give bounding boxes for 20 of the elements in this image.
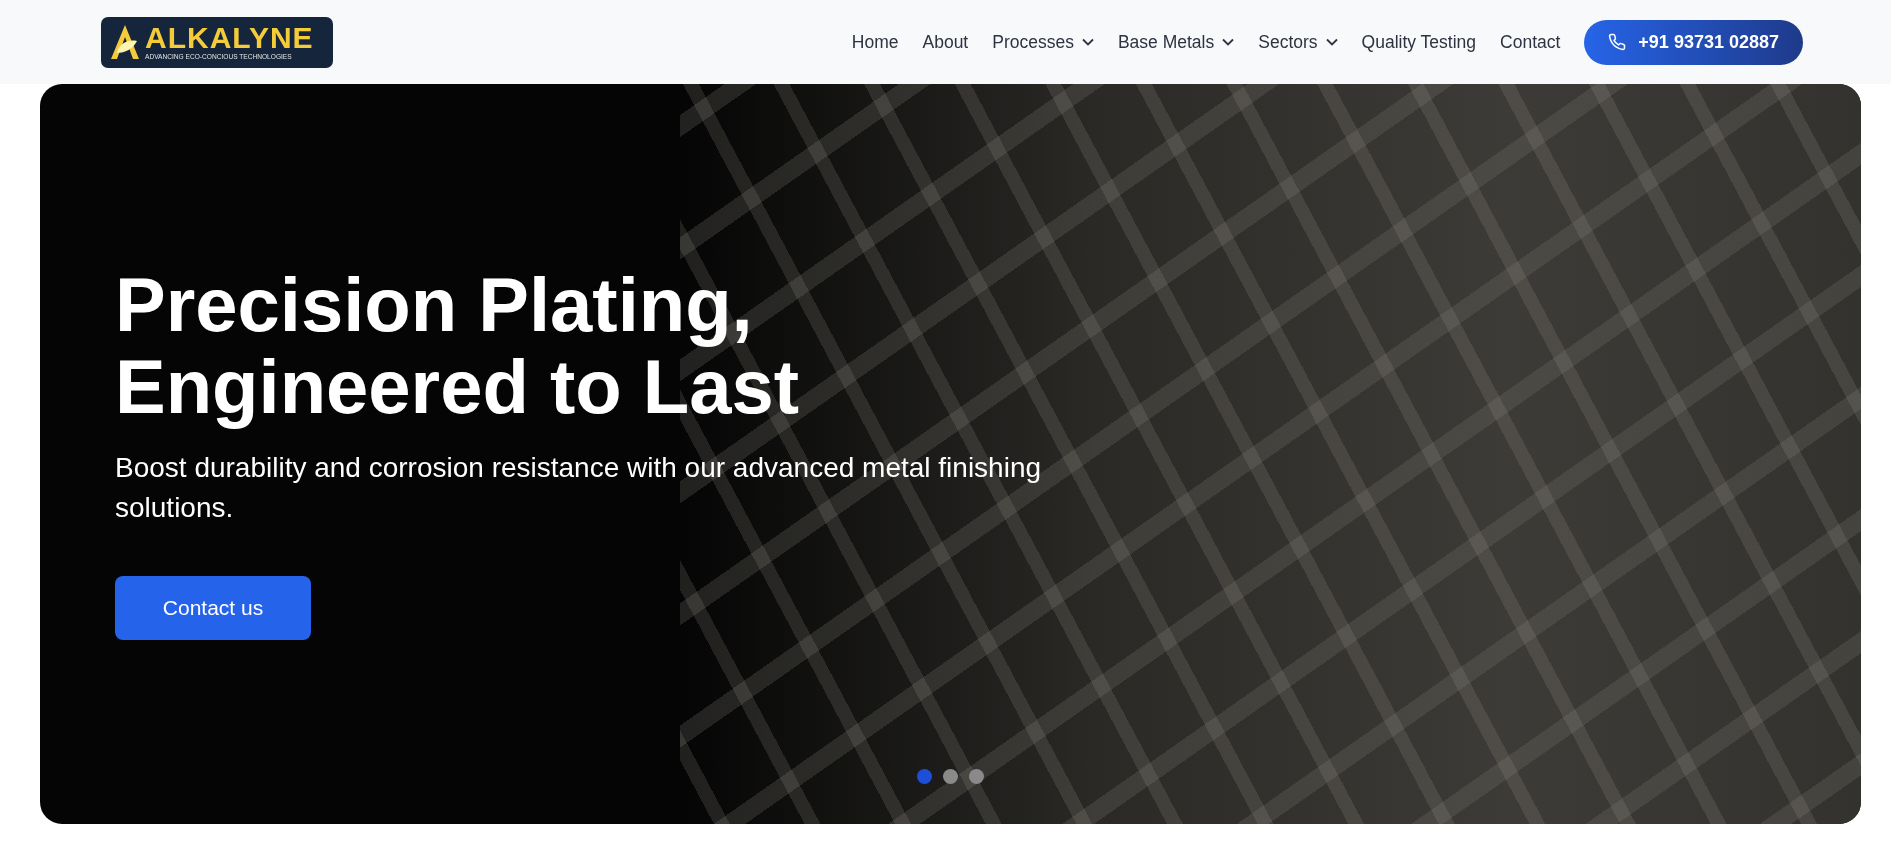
- nav-dropdown-link[interactable]: Sectors: [1258, 31, 1338, 53]
- carousel-dot[interactable]: [969, 769, 984, 784]
- carousel-dot[interactable]: [917, 769, 932, 784]
- nav-link[interactable]: Quality Testing: [1361, 31, 1477, 53]
- phone-button[interactable]: +91 93731 02887: [1584, 19, 1803, 65]
- nav-link[interactable]: Contact: [1500, 31, 1561, 53]
- chevron-down-icon: [1081, 38, 1094, 46]
- chevron-down-icon: [1222, 38, 1235, 46]
- phone-icon: [1608, 33, 1627, 51]
- hero-title: Precision Plating, Engineered to Last: [115, 264, 801, 428]
- nav-dropdown-link[interactable]: Base Metals: [1117, 31, 1235, 53]
- contact-button[interactable]: Contact us: [115, 576, 311, 640]
- chevron-down-icon: [1325, 38, 1338, 46]
- nav-link[interactable]: Home: [851, 31, 899, 53]
- leaf-letter-icon: [109, 23, 141, 61]
- nav-dropdown-link[interactable]: Processes: [992, 31, 1094, 53]
- hero-subtitle: Boost durability and corrosion resistance with our advanced metal finishing solutions.: [115, 451, 1043, 525]
- nav-link[interactable]: About: [922, 31, 969, 53]
- carousel-dot[interactable]: [943, 769, 958, 784]
- logo-name: ALKALYNE: [145, 23, 314, 52]
